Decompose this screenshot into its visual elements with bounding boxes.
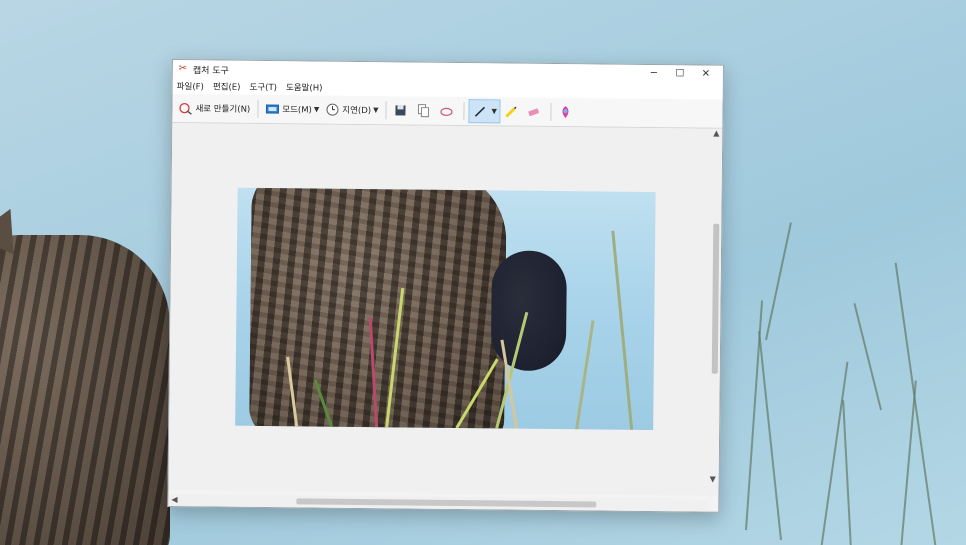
menu-edit[interactable]: 편집(E) [213,80,241,92]
eraser-icon [528,108,540,117]
new-snip-label: 새로 만들기(N) [195,104,251,115]
wallpaper-grass [894,262,937,545]
window-title: 캡처 도구 [192,65,229,77]
close-button[interactable]: ✕ [693,65,719,83]
scissors-icon: ✂ [178,63,188,75]
highlighter-button[interactable] [501,100,524,122]
pen-icon [474,106,486,117]
markup-canvas[interactable] [168,123,713,496]
save-icon [395,105,406,116]
chevron-down-icon: ▼ [373,106,379,115]
new-snip-icon [179,102,192,115]
chevron-down-icon: ▼ [491,107,497,116]
wallpaper-grass [842,400,852,545]
scroll-down-icon[interactable]: ▼ [710,475,716,484]
captured-grass [611,230,634,430]
delay-label: 지연(D) [342,105,372,117]
wallpaper-grass [758,331,782,541]
scroll-up-icon[interactable]: ▲ [713,129,719,138]
toolbar-separator [385,101,387,120]
toolbar-separator [550,102,552,121]
wallpaper-grass [853,303,882,411]
toolbar-separator [463,102,465,121]
snipping-tool-window: ✂ 캡처 도구 ─ ☐ ✕ 파일(F) 편집(E) 도구(T) 도움말(H) 새… [167,59,724,513]
vertical-scroll-thumb[interactable] [711,223,720,374]
minimize-button[interactable]: ─ [641,65,667,83]
captured-grass [575,320,595,430]
copy-icon [417,104,430,118]
horizontal-scroll-thumb[interactable] [296,498,597,508]
menu-file[interactable]: 파일(F) [177,80,204,92]
wallpaper-cat-ear [0,199,31,255]
toolbar-separator [257,99,259,118]
save-button[interactable] [390,99,413,121]
mode-button[interactable]: 모드(M) ▼ [262,98,322,121]
menu-tools[interactable]: 도구(T) [249,81,277,93]
mode-icon [265,104,279,114]
delay-button[interactable]: 지연(D) ▼ [322,99,381,122]
mode-label: 모드(M) [282,105,312,116]
wallpaper-grass [765,222,792,341]
send-icon [440,107,453,116]
new-snip-button[interactable]: 새로 만들기(N) [175,97,253,120]
send-button[interactable] [436,100,459,122]
highlighter-icon [505,106,517,118]
eraser-button[interactable] [524,101,547,123]
paint3d-button[interactable] [556,101,579,123]
captured-cat [249,187,507,431]
scroll-left-icon[interactable]: ◀ [171,495,177,504]
clock-icon [326,103,339,116]
wallpaper-cat [0,199,170,545]
maximize-button[interactable]: ☐ [667,65,693,83]
paint3d-icon [562,106,569,119]
menu-help[interactable]: 도움말(H) [286,81,323,93]
copy-button[interactable] [413,100,436,122]
pen-button[interactable]: ▼ [468,99,502,124]
captured-image [235,187,656,431]
chevron-down-icon: ▼ [313,105,320,114]
